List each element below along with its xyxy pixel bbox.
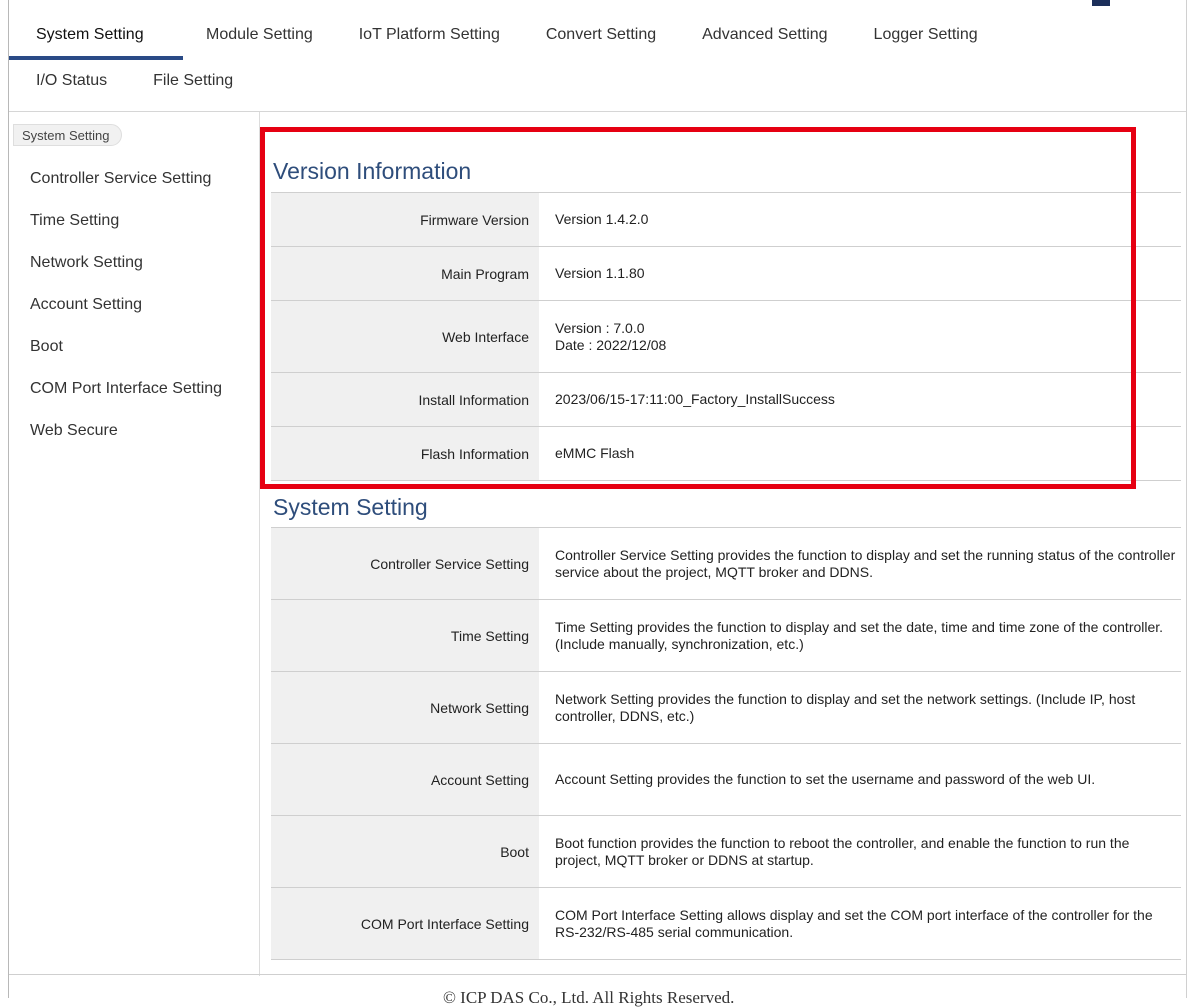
com-port-interface-setting-label: COM Port Interface Setting xyxy=(271,888,539,959)
table-row: Account Setting Account Setting provides… xyxy=(271,744,1181,816)
table-row: Flash Information eMMC Flash xyxy=(271,427,1181,481)
table-row: Network Setting Network Setting provides… xyxy=(271,672,1181,744)
sidebar-item-time-setting[interactable]: Time Setting xyxy=(30,200,222,242)
tab-module-setting[interactable]: Module Setting xyxy=(183,14,336,60)
page-left-border xyxy=(8,0,9,998)
version-info-table: Firmware Version Version 1.4.2.0 Main Pr… xyxy=(271,192,1181,481)
web-interface-value: Version : 7.0.0 Date : 2022/12/08 xyxy=(539,301,1181,372)
table-row: Main Program Version 1.1.80 xyxy=(271,247,1181,301)
system-setting-table: Controller Service Setting Controller Se… xyxy=(271,527,1181,960)
flash-information-value: eMMC Flash xyxy=(555,445,635,461)
web-interface-version: Version : 7.0.0 xyxy=(555,319,645,336)
tab-system-setting[interactable]: System Setting xyxy=(9,14,183,60)
footer-copyright: © ICP DAS Co., Ltd. All Rights Reserved. xyxy=(443,988,735,1007)
tabs-divider xyxy=(9,111,1186,112)
table-row: Controller Service Setting Controller Se… xyxy=(271,528,1181,600)
breadcrumb: System Setting xyxy=(13,124,123,146)
sidebar-item-account-setting[interactable]: Account Setting xyxy=(30,284,222,326)
tab-io-status[interactable]: I/O Status xyxy=(9,60,130,106)
top-edge-mark xyxy=(1092,0,1110,6)
time-setting-label: Time Setting xyxy=(271,600,539,671)
time-setting-desc: Time Setting provides the function to di… xyxy=(555,618,1164,652)
sidebar: Controller Service Setting Time Setting … xyxy=(30,158,222,452)
version-info-title: Version Information xyxy=(273,158,472,184)
main-tabs-row-2: I/O Status File Setting xyxy=(9,60,256,106)
main-tabs-row-1: System Setting Module Setting IoT Platfo… xyxy=(9,14,1001,60)
tab-file-setting[interactable]: File Setting xyxy=(130,60,256,106)
controller-service-setting-desc: Controller Service Setting provides the … xyxy=(555,546,1176,580)
main-program-value: Version 1.1.80 xyxy=(555,265,645,281)
install-information-value: 2023/06/15-17:11:00_Factory_InstallSucce… xyxy=(555,391,835,407)
tab-convert-setting[interactable]: Convert Setting xyxy=(523,14,679,60)
boot-label: Boot xyxy=(271,816,539,887)
table-row: Firmware Version Version 1.4.2.0 xyxy=(271,193,1181,247)
system-setting-title: System Setting xyxy=(273,494,428,520)
network-setting-label: Network Setting xyxy=(271,672,539,743)
sidebar-item-network-setting[interactable]: Network Setting xyxy=(30,242,222,284)
sidebar-item-boot[interactable]: Boot xyxy=(30,326,222,368)
table-row: Boot Boot function provides the function… xyxy=(271,816,1181,888)
footer-divider xyxy=(9,974,1186,975)
boot-desc: Boot function provides the function to r… xyxy=(555,834,1130,868)
main-program-label: Main Program xyxy=(271,247,539,300)
account-setting-desc: Account Setting provides the function to… xyxy=(555,771,1096,787)
sidebar-item-com-port-interface-setting[interactable]: COM Port Interface Setting xyxy=(30,368,222,410)
network-setting-desc: Network Setting provides the function to… xyxy=(555,690,1136,724)
table-row: Web Interface Version : 7.0.0 Date : 202… xyxy=(271,301,1181,373)
web-interface-date: Date : 2022/12/08 xyxy=(555,336,667,353)
sidebar-divider xyxy=(259,112,260,976)
sidebar-item-controller-service-setting[interactable]: Controller Service Setting xyxy=(30,158,222,200)
tab-iot-platform-setting[interactable]: IoT Platform Setting xyxy=(336,14,523,60)
web-interface-label: Web Interface xyxy=(271,301,539,372)
table-row: COM Port Interface Setting COM Port Inte… xyxy=(271,888,1181,960)
tab-logger-setting[interactable]: Logger Setting xyxy=(851,14,1001,60)
sidebar-item-web-secure[interactable]: Web Secure xyxy=(30,410,222,452)
firmware-version-value: Version 1.4.2.0 xyxy=(555,211,649,227)
com-port-interface-setting-desc: COM Port Interface Setting allows displa… xyxy=(555,906,1153,940)
controller-service-setting-label: Controller Service Setting xyxy=(271,528,539,599)
firmware-version-label: Firmware Version xyxy=(271,193,539,246)
tab-advanced-setting[interactable]: Advanced Setting xyxy=(679,14,850,60)
install-information-label: Install Information xyxy=(271,373,539,426)
table-row: Install Information 2023/06/15-17:11:00_… xyxy=(271,373,1181,427)
account-setting-label: Account Setting xyxy=(271,744,539,815)
flash-information-label: Flash Information xyxy=(271,427,539,480)
table-row: Time Setting Time Setting provides the f… xyxy=(271,600,1181,672)
